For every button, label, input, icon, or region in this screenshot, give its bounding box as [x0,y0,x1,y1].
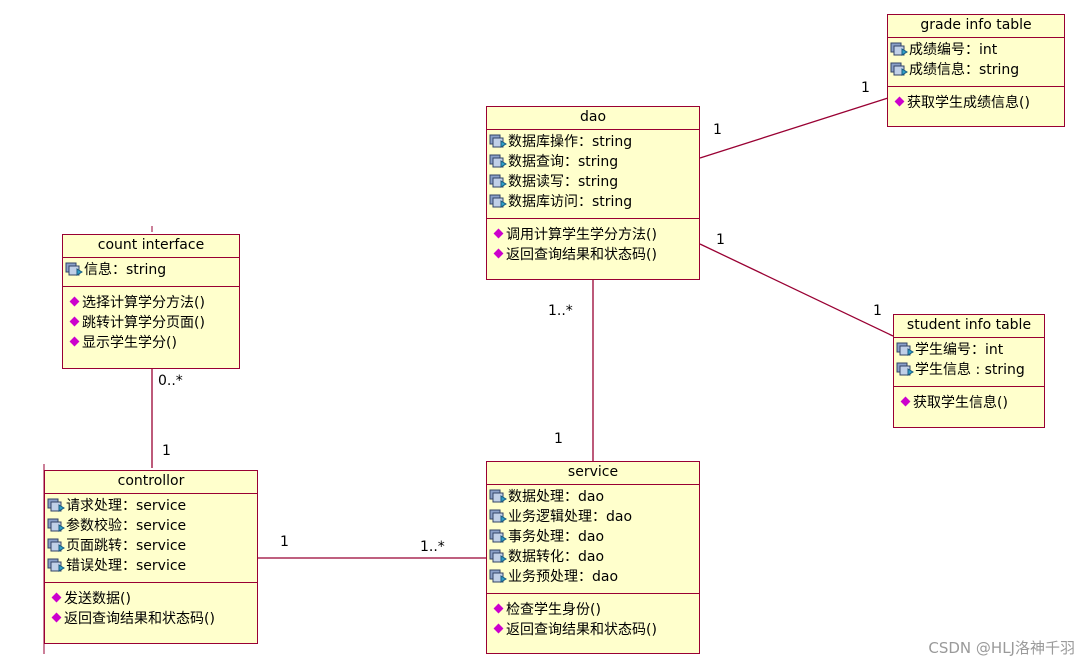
attribute-icon [489,194,507,208]
class-name: service [487,462,699,485]
operation-compartment: 获取学生信息() [894,387,1044,417]
attribute-row: 数据处理：dao [489,487,697,507]
multiplicity-dao-service-dao-end: 1..* [548,303,573,319]
operation-row: 发送数据() [51,589,253,609]
attribute-row: 学生信息 : string [896,360,1042,380]
multiplicity-dao-student-student-end: 1 [873,303,882,319]
attribute-icon [65,262,83,276]
multiplicity-dao-service-service-end: 1 [554,431,563,447]
attribute-compartment: 数据库操作：string 数据查询：string 数据读写：string 数据库… [487,130,699,219]
operation-row: 调用计算学生学分方法() [493,225,695,245]
attribute-compartment: 请求处理：service 参数校验：service 页面跳转：service 错… [45,494,257,583]
attribute-icon [489,549,507,563]
attribute-row: 成绩编号：int [890,40,1062,60]
class-name: dao [487,107,699,130]
operation-icon [493,623,504,634]
attribute-icon [896,362,914,376]
attribute-icon [489,154,507,168]
operation-icon [69,316,80,327]
operation-row: 显示学生学分() [69,333,235,353]
multiplicity-dao-student-dao-end: 1 [716,232,725,248]
class-name: count interface [63,235,239,258]
attribute-compartment: 数据处理：dao 业务逻辑处理：dao 事务处理：dao 数据转化：dao 业务… [487,485,699,594]
multiplicity-controller-service-service-end: 1..* [420,539,445,555]
attribute-icon [489,174,507,188]
attribute-row: 业务逻辑处理：dao [489,507,697,527]
operation-row: 返回查询结果和状态码() [493,245,695,265]
operation-row: 检查学生身份() [493,600,695,620]
operation-compartment: 检查学生身份() 返回查询结果和状态码() [487,594,699,644]
assoc-dao-student [699,243,894,337]
class-name: student info table [894,315,1044,338]
attribute-icon [489,489,507,503]
attribute-row: 数据读写：string [489,172,697,192]
attribute-icon [47,558,65,572]
attribute-icon [896,342,914,356]
class-service[interactable]: service 数据处理：dao 业务逻辑处理：dao 事务处理：dao 数据转… [486,461,700,654]
operation-icon [69,336,80,347]
class-grade-info-table[interactable]: grade info table 成绩编号：int 成绩信息：string 获取… [887,14,1065,127]
attribute-row: 参数校验：service [47,516,255,536]
multiplicity-count-controller-count-end: 0..* [158,373,183,389]
attribute-row: 数据转化：dao [489,547,697,567]
attribute-row: 错误处理：service [47,556,255,576]
watermark: CSDN @HLJ洛神千羽 [928,639,1075,657]
operation-icon [493,248,504,259]
attribute-row: 信息：string [65,260,237,280]
operation-compartment: 获取学生成绩信息() [888,87,1064,117]
class-name: grade info table [888,15,1064,38]
class-student-info-table[interactable]: student info table 学生编号：int 学生信息 : strin… [893,314,1045,428]
attribute-row: 页面跳转：service [47,536,255,556]
multiplicity-dao-grade-grade-end: 1 [861,80,870,96]
attribute-row: 业务预处理：dao [489,567,697,587]
operation-row: 获取学生成绩信息() [894,93,1060,113]
operation-icon [894,96,905,107]
attribute-row: 数据查询：string [489,152,697,172]
attribute-row: 请求处理：service [47,496,255,516]
attribute-row: 事务处理：dao [489,527,697,547]
attribute-compartment: 信息：string [63,258,239,287]
operation-icon [51,612,62,623]
attribute-icon [489,134,507,148]
operation-icon [493,228,504,239]
attribute-icon [489,509,507,523]
operation-compartment: 选择计算学分方法() 跳转计算学分页面() 显示学生学分() [63,287,239,357]
operation-icon [51,592,62,603]
operation-row: 选择计算学分方法() [69,293,235,313]
attribute-icon [890,62,908,76]
multiplicity-dao-grade-dao-end: 1 [713,122,722,138]
operation-icon [69,296,80,307]
attribute-icon [47,538,65,552]
operation-row: 返回查询结果和状态码() [51,609,253,629]
attribute-row: 数据库操作：string [489,132,697,152]
operation-compartment: 调用计算学生学分方法() 返回查询结果和状态码() [487,219,699,269]
operation-compartment: 发送数据() 返回查询结果和状态码() [45,583,257,633]
attribute-row: 学生编号：int [896,340,1042,360]
assoc-dao-grade [699,97,889,159]
attribute-icon [890,42,908,56]
attribute-row: 成绩信息：string [890,60,1062,80]
attribute-icon [47,518,65,532]
attribute-icon [489,569,507,583]
class-dao[interactable]: dao 数据库操作：string 数据查询：string 数据读写：string… [486,106,700,280]
multiplicity-controller-service-controller-end: 1 [280,534,289,550]
attribute-row: 数据库访问：string [489,192,697,212]
attribute-compartment: 成绩编号：int 成绩信息：string [888,38,1064,87]
attribute-icon [489,529,507,543]
attribute-compartment: 学生编号：int 学生信息 : string [894,338,1044,387]
operation-row: 跳转计算学分页面() [69,313,235,333]
class-controllor[interactable]: controllor 请求处理：service 参数校验：service 页面跳… [44,470,258,644]
class-name: controllor [45,471,257,494]
operation-row: 获取学生信息() [900,393,1040,413]
operation-icon [900,396,911,407]
attribute-icon [47,498,65,512]
operation-row: 返回查询结果和状态码() [493,620,695,640]
class-count-interface[interactable]: count interface 信息：string 选择计算学分方法() 跳转计… [62,234,240,369]
multiplicity-count-controller-controller-end: 1 [162,443,171,459]
operation-icon [493,603,504,614]
